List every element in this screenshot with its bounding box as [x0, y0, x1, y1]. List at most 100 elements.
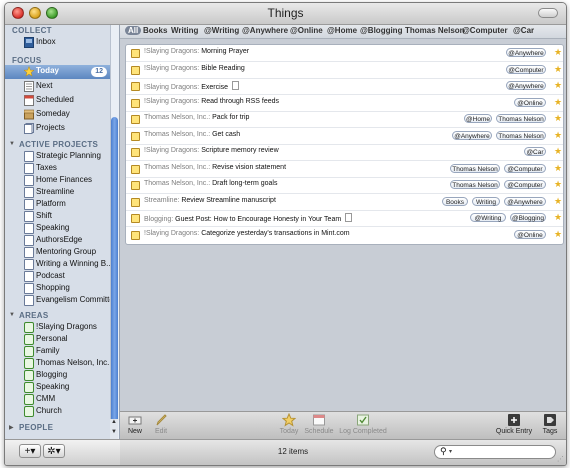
task-row[interactable]: !Slaying Dragons: Bible Reading @Compute… — [126, 62, 563, 79]
today-button[interactable]: Today — [276, 413, 302, 435]
task-tag[interactable]: @Online — [514, 229, 546, 239]
task-project: !Slaying Dragons: — [144, 84, 200, 91]
task-row[interactable]: Thomas Nelson, Inc.: Pack for trip @Home… — [126, 111, 563, 128]
task-checkbox[interactable] — [131, 49, 140, 58]
task-tag[interactable]: Writing — [472, 196, 500, 206]
task-checkbox[interactable] — [131, 164, 140, 174]
task-checkbox[interactable] — [131, 98, 140, 108]
tag-filter[interactable]: @Car — [513, 26, 534, 35]
quick-entry-button[interactable]: Quick Entry — [494, 413, 534, 435]
task-checkbox[interactable] — [131, 230, 140, 240]
tag-filter[interactable]: @Online — [290, 26, 323, 35]
tag-filter-all[interactable]: All — [125, 26, 142, 35]
star-icon[interactable]: ★ — [554, 47, 562, 58]
projects-icon — [24, 123, 34, 134]
tags-button[interactable]: Tags — [538, 413, 562, 435]
task-row[interactable]: Streamline: Review Streamline manuscript… — [126, 194, 563, 211]
scroll-up-arrow-icon[interactable]: ▲ — [110, 419, 118, 429]
search-field[interactable]: ⚲ ▾ — [434, 445, 556, 459]
sidebar-item-label: AuthorsEdge — [36, 235, 83, 244]
disclosure-triangle-icon[interactable]: ▼ — [9, 141, 15, 147]
sidebar-item-inbox[interactable]: Inbox — [5, 36, 110, 50]
task-row[interactable]: !Slaying Dragons: Scripture memory revie… — [126, 144, 563, 161]
task-tag[interactable]: @Computer — [504, 180, 546, 189]
star-icon[interactable]: ★ — [554, 80, 562, 91]
task-tag[interactable]: Thomas Nelson — [496, 114, 546, 123]
sidebar-item-project[interactable]: Evangelism Committee — [5, 294, 118, 308]
star-icon[interactable]: ★ — [554, 229, 562, 240]
add-item-button[interactable]: +▾ — [19, 444, 41, 458]
disclosure-triangle-icon[interactable]: ▼ — [9, 312, 15, 318]
sidebar-item-area[interactable]: Church — [5, 405, 110, 419]
star-icon[interactable]: ★ — [554, 196, 562, 207]
task-checkbox[interactable] — [131, 214, 140, 223]
task-row[interactable]: !Slaying Dragons: Read through RSS feeds… — [126, 95, 563, 112]
star-icon[interactable]: ★ — [554, 146, 562, 157]
task-tag[interactable]: @Anywhere — [506, 81, 546, 90]
disclosure-triangle-icon[interactable]: ▶ — [9, 424, 14, 431]
task-tag[interactable]: @Computer — [506, 64, 546, 74]
star-icon[interactable]: ★ — [554, 163, 562, 174]
task-row[interactable]: Thomas Nelson, Inc.: Revise vision state… — [126, 161, 563, 178]
task-row[interactable]: Blogging: Guest Post: How to Encourage H… — [126, 210, 563, 227]
task-checkbox[interactable] — [131, 148, 140, 157]
gear-menu-button[interactable]: ✲▾ — [43, 444, 65, 458]
task-title: Scripture memory review — [201, 147, 279, 154]
tag-filter[interactable]: Writing — [171, 26, 198, 35]
task-tag[interactable]: @Anywhere — [452, 130, 492, 140]
task-title: Draft long-term goals — [212, 180, 278, 187]
tag-filter[interactable]: @Anywhere — [242, 26, 288, 35]
task-checkbox[interactable] — [131, 82, 140, 91]
star-icon[interactable]: ★ — [554, 97, 562, 108]
task-tag[interactable]: Books — [442, 196, 468, 206]
task-checkbox[interactable] — [131, 131, 140, 141]
star-icon[interactable]: ★ — [554, 179, 562, 190]
tag-filter[interactable]: @Writing — [204, 26, 239, 35]
tag-filter[interactable]: Books — [143, 26, 167, 35]
resize-grip-icon[interactable]: ⋰ — [557, 455, 564, 463]
new-button[interactable]: New — [124, 413, 146, 435]
star-icon[interactable]: ★ — [554, 113, 562, 124]
task-tag[interactable]: Thomas Nelson — [496, 130, 546, 140]
task-row[interactable]: Thomas Nelson, Inc.: Get cash @Anywhere … — [126, 128, 563, 145]
edit-button[interactable]: Edit — [150, 413, 172, 435]
task-tag[interactable]: @Writing — [470, 213, 506, 222]
toolbar-toggle-button[interactable] — [538, 8, 558, 18]
task-tag[interactable]: Thomas Nelson — [450, 163, 500, 173]
task-tag[interactable]: @Anywhere — [504, 196, 546, 206]
sidebar-item-today[interactable]: Today 12 — [5, 65, 110, 79]
task-tag[interactable]: Thomas Nelson — [450, 180, 500, 189]
scroll-down-arrow-icon[interactable]: ▼ — [110, 429, 118, 439]
task-row[interactable]: !Slaying Dragons: Exercise @Anywhere ★ — [126, 78, 563, 95]
task-checkbox[interactable] — [131, 181, 140, 190]
star-icon[interactable]: ★ — [554, 130, 562, 141]
tag-filter[interactable]: @Blogging — [360, 26, 402, 35]
task-tag[interactable]: @Blogging — [510, 213, 546, 222]
task-tag[interactable]: @Online — [514, 97, 546, 107]
task-tag[interactable]: @Computer — [504, 163, 546, 173]
task-checkbox[interactable] — [131, 115, 140, 124]
task-checkbox[interactable] — [131, 197, 140, 207]
sidebar-item-scheduled[interactable]: Scheduled — [5, 94, 110, 108]
log-completed-button[interactable]: Log Completed — [338, 413, 388, 435]
task-checkbox[interactable] — [131, 65, 140, 75]
tag-filter[interactable]: Thomas Nelson — [405, 26, 465, 35]
task-tag[interactable]: @Car — [524, 147, 546, 156]
sidebar-scroll-thumb[interactable] — [111, 117, 118, 433]
sidebar-item-label: Home Finances — [36, 175, 93, 184]
title-bar: Things — [5, 3, 566, 25]
task-row[interactable]: Thomas Nelson, Inc.: Draft long-term goa… — [126, 177, 563, 194]
task-row[interactable]: !Slaying Dragons: Morning Prayer @Anywhe… — [126, 45, 563, 62]
star-icon[interactable]: ★ — [554, 64, 562, 75]
sidebar-item-next[interactable]: Next — [5, 80, 110, 94]
star-icon[interactable]: ★ — [554, 212, 562, 223]
status-bar: 12 items ⚲ ▾ ⋰ — [120, 439, 566, 465]
sidebar-item-projects[interactable]: Projects — [5, 122, 110, 136]
task-row[interactable]: !Slaying Dragons: Categorize yesterday's… — [126, 227, 563, 243]
task-tag[interactable]: @Home — [464, 114, 492, 123]
tag-filter[interactable]: @Computer — [462, 26, 508, 35]
sidebar-item-someday[interactable]: Someday — [5, 108, 110, 122]
task-tag[interactable]: @Anywhere — [506, 48, 546, 57]
schedule-button[interactable]: Schedule — [304, 413, 334, 435]
tag-filter[interactable]: @Home — [327, 26, 357, 35]
